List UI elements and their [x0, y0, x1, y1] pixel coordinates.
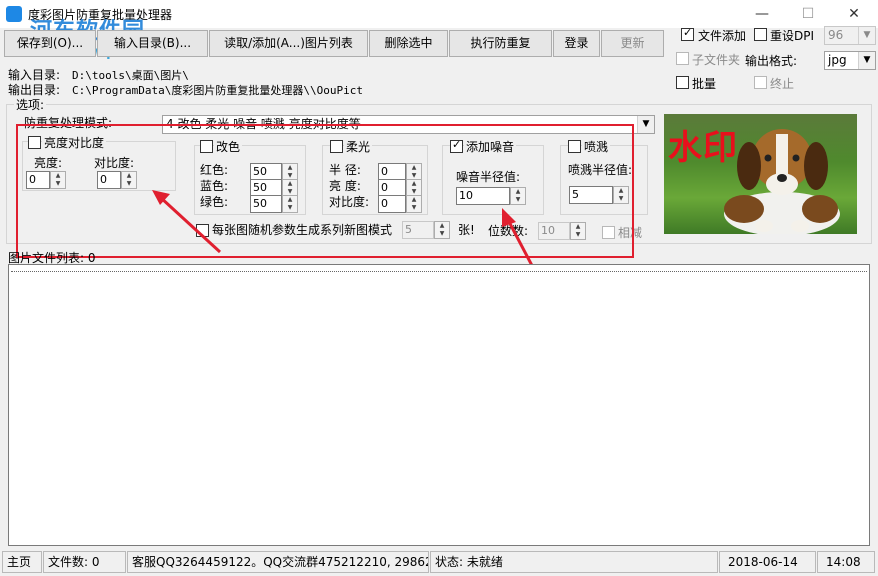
support-status: 客服QQ3264459122。QQ交流群475212210, 298620822…: [127, 551, 429, 573]
time-status: 14:08: [817, 551, 875, 573]
main-window: 度彩图片防重复批量处理器 — ☐ ✕ 河东软件园 www.pc0359.cn 保…: [0, 0, 878, 576]
file-list-label-text: 图片文件列表:: [8, 251, 85, 265]
date-status: 2018-06-14: [719, 551, 816, 573]
state-status: 状态: 未就绪: [430, 551, 718, 573]
list-focus-line: [11, 271, 867, 272]
home-link[interactable]: 主页: [2, 551, 42, 573]
file-list[interactable]: [8, 264, 870, 546]
file-count-status: 文件数: 0: [43, 551, 126, 573]
file-list-count: 0: [87, 251, 96, 265]
